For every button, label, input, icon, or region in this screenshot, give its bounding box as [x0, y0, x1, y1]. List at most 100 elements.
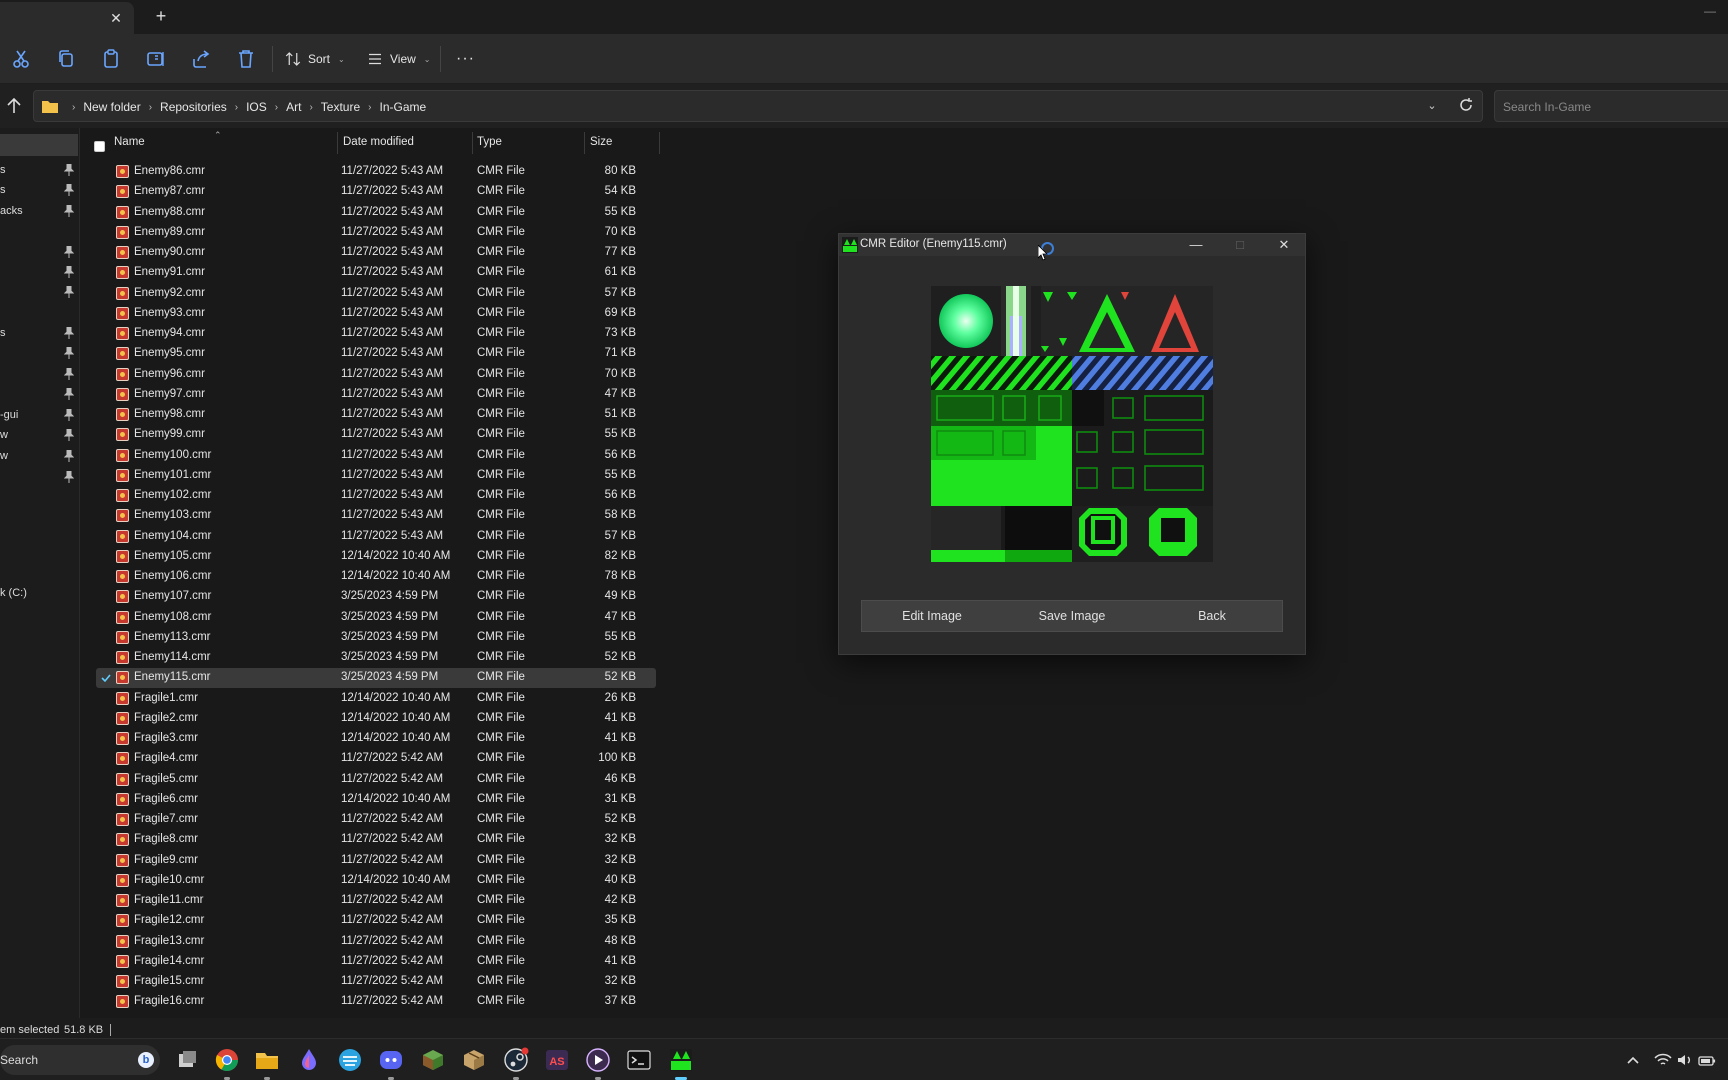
file-row[interactable]: Enemy104.cmr 11/27/2022 5:43 AM CMR File 57… [96, 527, 656, 547]
nav-item-pinned[interactable]: s [0, 161, 80, 181]
nav-item-pinned[interactable] [0, 263, 80, 283]
file-row[interactable]: Enemy99.cmr 11/27/2022 5:43 AM CMR File 55 … [96, 425, 656, 445]
address-history-chevron-icon[interactable]: ⌄ [1424, 99, 1440, 115]
drop-app-icon[interactable] [296, 1047, 322, 1073]
nav-selected-item[interactable] [0, 134, 78, 156]
column-divider[interactable] [659, 132, 660, 154]
file-row[interactable]: Enemy97.cmr 11/27/2022 5:43 AM CMR File 47 … [96, 385, 656, 405]
file-row[interactable]: Fragile9.cmr 11/27/2022 5:42 AM CMR File 32… [96, 851, 656, 871]
aseprite-icon[interactable]: AS [544, 1047, 570, 1073]
column-date-modified[interactable]: Date modified [343, 136, 414, 148]
breadcrumb-separator-icon[interactable]: › [72, 102, 75, 113]
file-row[interactable]: Fragile16.cmr 11/27/2022 5:42 AM CMR File 3… [96, 992, 656, 1012]
breadcrumb-item[interactable]: In-Game [380, 100, 427, 114]
file-explorer-icon[interactable] [254, 1047, 280, 1080]
file-row[interactable]: Enemy114.cmr 3/25/2023 4:59 PM CMR File 52 … [96, 648, 656, 668]
breadcrumb-separator-icon[interactable]: › [275, 102, 278, 113]
show-hidden-icons-chevron-icon[interactable] [1624, 1052, 1642, 1068]
minimize-window-icon[interactable]: — [1181, 235, 1211, 255]
nav-item-pinned[interactable]: s [0, 324, 80, 344]
media-player-icon[interactable] [585, 1047, 611, 1080]
address-bar[interactable]: › New folder › Repositories › IOS › Art › Texture… [33, 90, 1483, 122]
steam-icon[interactable] [503, 1047, 529, 1080]
cut-icon[interactable] [9, 47, 33, 71]
file-row[interactable]: Enemy93.cmr 11/27/2022 5:43 AM CMR File 69 … [96, 304, 656, 324]
back-button[interactable]: Back [1142, 601, 1282, 631]
close-window-icon[interactable]: ✕ [1269, 235, 1299, 255]
file-row[interactable]: Fragile2.cmr 12/14/2022 10:40 AM CMR File 4… [96, 709, 656, 729]
file-row[interactable]: Fragile4.cmr 11/27/2022 5:42 AM CMR File 10… [96, 749, 656, 769]
close-tab-icon[interactable]: ✕ [108, 10, 124, 26]
column-divider[interactable] [337, 132, 338, 154]
search-input[interactable] [1503, 98, 1723, 116]
wifi-icon[interactable] [1654, 1052, 1672, 1068]
copy-icon[interactable] [54, 47, 78, 71]
row-checkbox-checked-icon[interactable] [100, 672, 112, 684]
column-divider[interactable] [472, 132, 473, 154]
search-box[interactable] [1494, 90, 1728, 122]
nav-item-pinned[interactable] [0, 283, 80, 303]
file-row[interactable]: Fragile6.cmr 12/14/2022 10:40 AM CMR File 3… [96, 790, 656, 810]
volume-icon[interactable] [1676, 1052, 1694, 1068]
file-row[interactable]: Enemy95.cmr 11/27/2022 5:43 AM CMR File 71 … [96, 344, 656, 364]
nav-item-pinned[interactable]: w [0, 447, 80, 467]
package-app-icon[interactable] [461, 1047, 487, 1073]
delete-icon[interactable] [234, 47, 258, 71]
more-options-button[interactable]: ··· [456, 46, 475, 72]
file-row[interactable]: Fragile7.cmr 11/27/2022 5:42 AM CMR File 52… [96, 810, 656, 830]
breadcrumb-separator-icon[interactable]: › [368, 102, 371, 113]
breadcrumb-item[interactable]: Texture [321, 100, 360, 114]
nav-item-pinned[interactable]: acks [0, 202, 80, 222]
breadcrumb-separator-icon[interactable]: › [149, 102, 152, 113]
file-row[interactable]: Enemy96.cmr 11/27/2022 5:43 AM CMR File 70 … [96, 365, 656, 385]
minimize-icon[interactable]: — [1700, 4, 1720, 20]
file-row[interactable]: Fragile11.cmr 11/27/2022 5:42 AM CMR File 4… [96, 891, 656, 911]
taskbar-search[interactable]: Search b [0, 1045, 160, 1075]
explorer-tab[interactable]: ✕ [0, 2, 134, 34]
rename-icon[interactable] [144, 47, 168, 71]
file-row[interactable]: Enemy102.cmr 11/27/2022 5:43 AM CMR File 56… [96, 486, 656, 506]
nav-item-pinned[interactable] [0, 385, 80, 405]
terminal-icon[interactable] [626, 1047, 652, 1073]
nav-item-pinned[interactable] [0, 468, 80, 488]
file-row[interactable]: Fragile12.cmr 11/27/2022 5:42 AM CMR File 3… [96, 911, 656, 931]
edit-image-button[interactable]: Edit Image [862, 601, 1002, 631]
file-row[interactable]: Fragile10.cmr 12/14/2022 10:40 AM CMR File… [96, 871, 656, 891]
file-row[interactable]: Enemy100.cmr 11/27/2022 5:43 AM CMR File 56… [96, 446, 656, 466]
breadcrumb-item[interactable]: Art [286, 100, 301, 114]
file-row[interactable]: Fragile3.cmr 12/14/2022 10:40 AM CMR File 4… [96, 729, 656, 749]
breadcrumb-separator-icon[interactable]: › [235, 102, 238, 113]
column-divider[interactable] [584, 132, 585, 154]
file-row[interactable]: Enemy108.cmr 3/25/2023 4:59 PM CMR File 47 … [96, 608, 656, 628]
file-row[interactable]: Enemy98.cmr 11/27/2022 5:43 AM CMR File 51 … [96, 405, 656, 425]
file-row[interactable]: Fragile5.cmr 11/27/2022 5:42 AM CMR File 46… [96, 770, 656, 790]
cmr-editor-titlebar[interactable]: CMR Editor (Enemy115.cmr) — □ ✕ [839, 234, 1305, 256]
nav-item-pinned[interactable]: w [0, 426, 80, 446]
share-icon[interactable] [189, 47, 213, 71]
file-row[interactable]: Enemy88.cmr 11/27/2022 5:43 AM CMR File 55 … [96, 203, 656, 223]
file-row[interactable]: Enemy105.cmr 12/14/2022 10:40 AM CMR File 8… [96, 547, 656, 567]
nav-item-pinned[interactable]: s [0, 181, 80, 201]
view-button[interactable]: View ⌄ [366, 46, 431, 72]
file-row[interactable]: Enemy86.cmr 11/27/2022 5:43 AM CMR File 80 … [96, 162, 656, 182]
file-row[interactable]: Enemy89.cmr 11/27/2022 5:43 AM CMR File 70 … [96, 223, 656, 243]
nav-item-pinned[interactable] [0, 365, 80, 385]
battery-icon[interactable] [1698, 1052, 1716, 1068]
pane-divider[interactable] [79, 128, 80, 1018]
nav-item-drive[interactable]: k (C:) [0, 584, 80, 604]
select-all-checkbox[interactable] [94, 141, 105, 152]
file-row[interactable]: Enemy106.cmr 12/14/2022 10:40 AM CMR File 7… [96, 567, 656, 587]
file-row[interactable]: Enemy94.cmr 11/27/2022 5:43 AM CMR File 73 … [96, 324, 656, 344]
minecraft-icon[interactable] [420, 1047, 446, 1073]
task-view-icon[interactable] [174, 1047, 200, 1073]
file-row[interactable]: Enemy92.cmr 11/27/2022 5:43 AM CMR File 57 … [96, 284, 656, 304]
nav-item-pinned[interactable]: -gui [0, 406, 80, 426]
chrome-icon[interactable] [214, 1047, 240, 1080]
file-row[interactable]: Fragile1.cmr 12/14/2022 10:40 AM CMR File 2… [96, 689, 656, 709]
file-row[interactable]: Enemy90.cmr 11/27/2022 5:43 AM CMR File 77 … [96, 243, 656, 263]
save-image-button[interactable]: Save Image [1002, 601, 1142, 631]
file-row[interactable]: Enemy91.cmr 11/27/2022 5:43 AM CMR File 61 … [96, 263, 656, 283]
column-type[interactable]: Type [477, 136, 502, 148]
file-row-selected[interactable]: Enemy115.cmr 3/25/2023 4:59 PM CMR File 52 … [96, 668, 656, 688]
breadcrumb-item[interactable]: New folder [83, 100, 140, 114]
